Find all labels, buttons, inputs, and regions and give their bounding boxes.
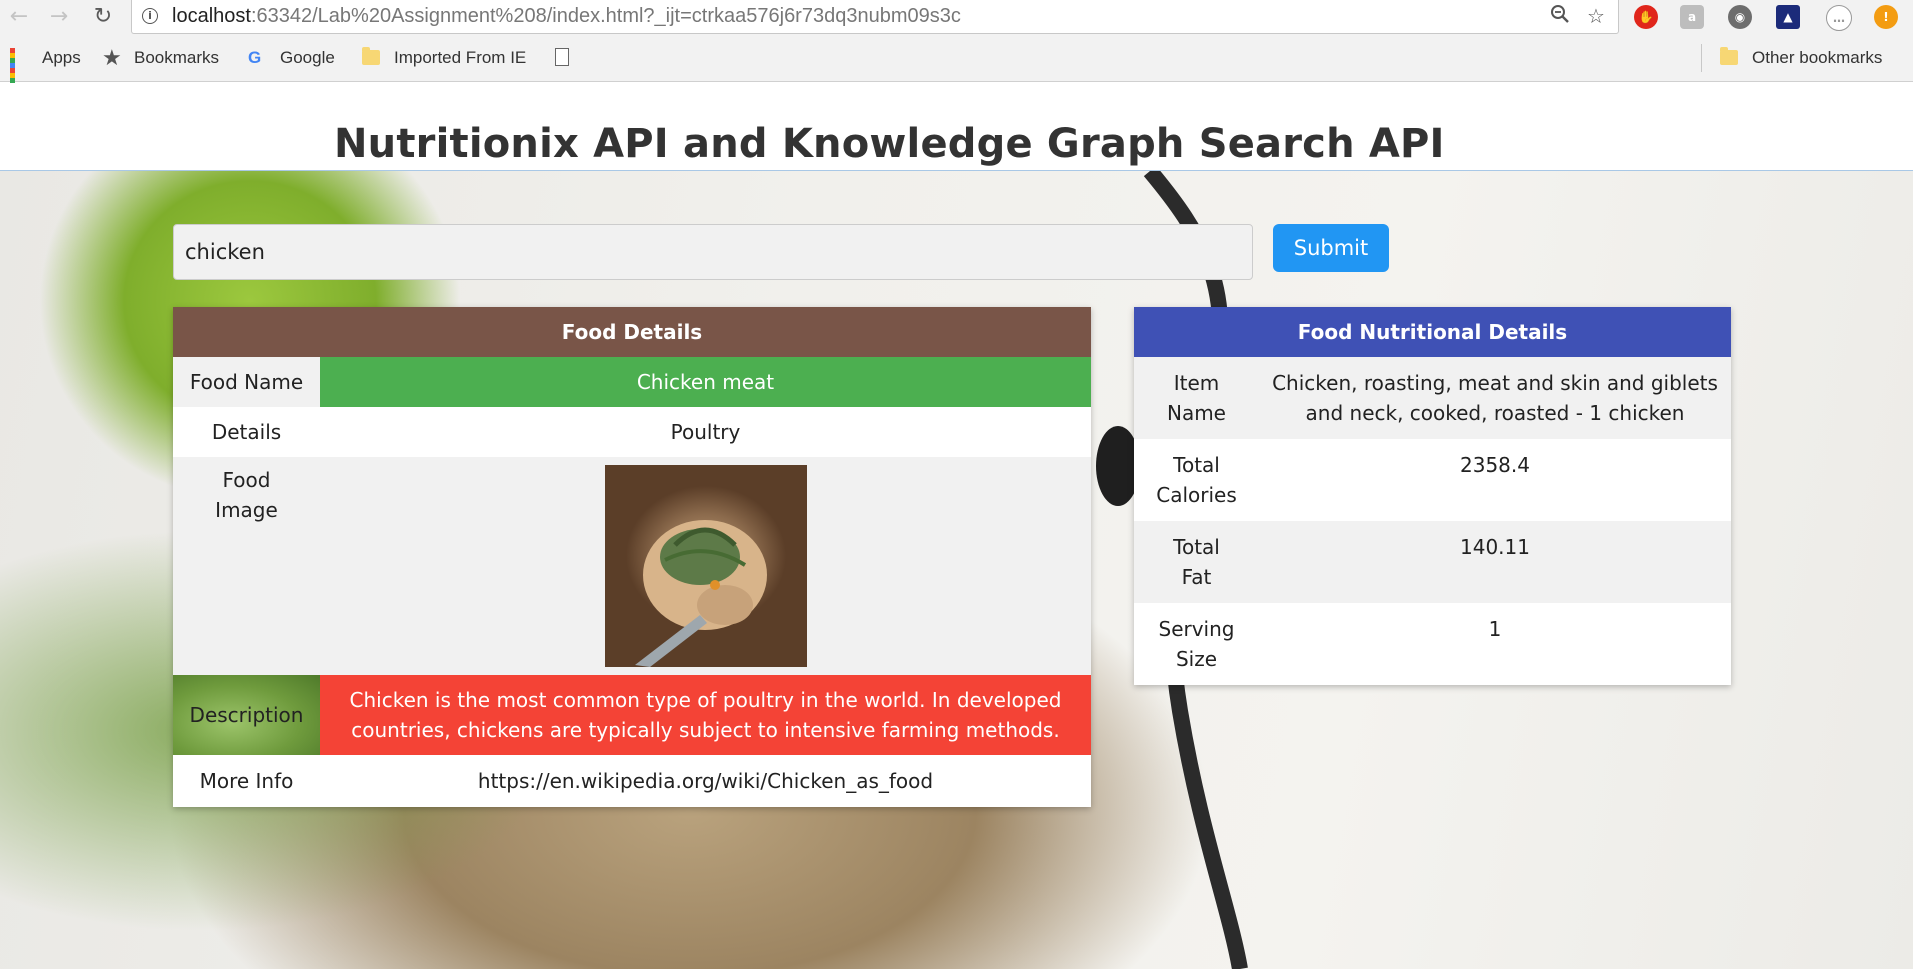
table-row: Serving Size 1 (1134, 603, 1731, 685)
food-image (604, 465, 807, 667)
search-input[interactable] (173, 224, 1253, 280)
total-fat-label: Total Fat (1134, 521, 1259, 603)
url-path: :63342/Lab%20Assignment%208/index.html?_… (250, 5, 961, 27)
bookmark-bookmarks-label: Bookmarks (134, 48, 220, 67)
info-icon[interactable]: i (142, 8, 158, 24)
header-band: Nutritionix API and Knowledge Graph Sear… (0, 83, 1913, 171)
table-row: Total Calories 2358.4 (1134, 439, 1731, 521)
nutrition-header: Food Nutritional Details (1134, 307, 1731, 357)
extension-chart-icon[interactable]: ▲ (1776, 5, 1800, 29)
food-image-label: Food Image (173, 457, 320, 675)
bookmark-google-label: Google (280, 48, 335, 67)
total-fat-label-text: Total Fat (1173, 535, 1220, 589)
nutrition-table: Food Nutritional Details Item Name Chick… (1134, 307, 1731, 685)
total-calories-label: Total Calories (1134, 439, 1259, 521)
submit-button[interactable]: Submit (1273, 224, 1389, 272)
bookmark-google[interactable]: G Google (248, 46, 335, 70)
food-name-value: Chicken meat (320, 357, 1091, 407)
description-label: Description (173, 675, 320, 755)
bookmark-apps-label: Apps (42, 48, 81, 67)
forward-icon[interactable]: → (46, 4, 72, 30)
bookmark-star-icon[interactable]: ☆ (1584, 4, 1608, 28)
total-fat-value: 140.11 (1259, 521, 1731, 603)
star-icon: ★ (102, 45, 122, 70)
table-row: Description Chicken is the most common t… (173, 675, 1091, 755)
alert-icon[interactable]: ! (1874, 5, 1898, 29)
details-label: Details (173, 407, 320, 457)
table-row: More Info https://en.wikipedia.org/wiki/… (173, 755, 1091, 807)
total-calories-value: 2358.4 (1460, 453, 1530, 477)
table-row: Food Name Chicken meat (173, 357, 1091, 407)
serving-size-label: Serving Size (1134, 603, 1259, 685)
food-image-cell (320, 457, 1091, 675)
bookmark-other-label: Other bookmarks (1752, 48, 1883, 67)
serving-size-label-text: Serving Size (1158, 617, 1235, 671)
folder-icon (362, 47, 382, 68)
url-host: localhost (172, 5, 251, 27)
table-row: Details Poultry (173, 407, 1091, 457)
bookmark-bookmarks[interactable]: ★ Bookmarks (102, 46, 219, 70)
total-calories-label-text: Total Calories (1156, 453, 1237, 507)
table-row: Total Fat 140.11 (1134, 521, 1731, 603)
bookmark-imported-from-ie[interactable]: Imported From IE (362, 46, 526, 70)
url-text[interactable]: localhost:63342/Lab%20Assignment%208/ind… (172, 5, 961, 28)
extension-circle-icon[interactable]: … (1826, 5, 1852, 31)
google-icon: G (248, 48, 262, 67)
address-bar[interactable]: i localhost:63342/Lab%20Assignment%208/i… (131, 0, 1619, 34)
item-name-label-text: Item Name (1166, 371, 1226, 425)
zoom-icon[interactable] (1548, 4, 1572, 28)
bookmarks-bar: Apps ★ Bookmarks G Google Imported From … (0, 34, 1913, 93)
apps-grid-icon (10, 48, 30, 93)
extension-lock-icon[interactable]: a (1680, 5, 1704, 29)
table-row: Food Image (173, 457, 1091, 675)
back-icon[interactable]: ← (6, 4, 32, 30)
table-row: Item Name Chicken, roasting, meat and sk… (1134, 357, 1731, 439)
food-name-label: Food Name (173, 357, 320, 407)
bookmark-page[interactable] (555, 46, 587, 70)
folder-icon (1720, 47, 1740, 68)
page-content: Nutritionix API and Knowledge Graph Sear… (0, 83, 1913, 969)
food-image-label-text: Food Image (215, 468, 278, 522)
bookmark-other[interactable]: Other bookmarks (1720, 46, 1882, 70)
document-icon (555, 48, 575, 68)
bookmarks-divider (1701, 44, 1702, 72)
adblock-extension-icon[interactable]: ✋ (1634, 5, 1658, 29)
bookmark-apps[interactable]: Apps (10, 46, 81, 93)
serving-size-value: 1 (1488, 617, 1502, 641)
more-info-link[interactable]: https://en.wikipedia.org/wiki/Chicken_as… (320, 755, 1091, 807)
bookmark-imported-label: Imported From IE (394, 48, 527, 67)
extension-film-icon[interactable]: ◉ (1728, 5, 1752, 29)
reload-icon[interactable]: ↻ (90, 4, 116, 30)
page-title: Nutritionix API and Knowledge Graph Sear… (334, 121, 1445, 167)
food-details-table: Food Details Food Name Chicken meat Deta… (173, 307, 1091, 807)
item-name-value: Chicken, roasting, meat and skin and gib… (1259, 357, 1731, 439)
description-value: Chicken is the most common type of poult… (320, 675, 1091, 755)
details-value: Poultry (320, 407, 1091, 457)
food-details-header: Food Details (173, 307, 1091, 357)
item-name-label: Item Name (1134, 357, 1259, 439)
more-info-label: More Info (173, 755, 320, 807)
browser-toolbar: ← → ↻ i localhost:63342/Lab%20Assignment… (0, 0, 1913, 34)
